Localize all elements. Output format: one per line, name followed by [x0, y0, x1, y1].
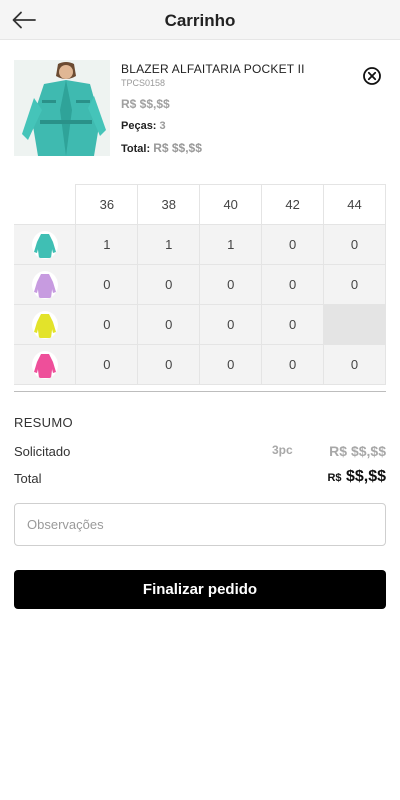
quantity-cell[interactable]: 0: [261, 224, 325, 265]
total-label: Total: [14, 471, 42, 486]
quantity-cell[interactable]: 0: [261, 304, 325, 345]
quantity-cell[interactable]: 0: [261, 264, 325, 305]
total-currency: R$: [327, 472, 342, 484]
quantity-cell[interactable]: 0: [261, 344, 325, 385]
observations-input[interactable]: [14, 503, 386, 546]
quantity-cell[interactable]: 1: [137, 224, 201, 265]
color-row: 0 0 0 0 0: [14, 344, 386, 385]
product-name: BLAZER ALFAITARIA POCKET II: [121, 62, 305, 76]
quantity-cell-unavailable: [323, 304, 386, 345]
quantity-cell[interactable]: 0: [323, 344, 386, 385]
item-total-line: Total: R$ $$,$$: [121, 141, 351, 155]
size-header: 36: [75, 184, 139, 225]
size-header: 42: [261, 184, 325, 225]
cart-item: BLAZER ALFAITARIA POCKET II TPCS0158 R$ …: [14, 60, 386, 160]
size-header: 38: [137, 184, 201, 225]
product-sku: TPCS0158: [121, 78, 166, 88]
quantity-cell[interactable]: 0: [199, 344, 263, 385]
color-swatch: [31, 310, 58, 339]
remove-item-button[interactable]: [362, 66, 382, 86]
quantity-cell[interactable]: 0: [75, 344, 139, 385]
color-thumb-cell: [14, 224, 77, 265]
quantity-cell[interactable]: 1: [199, 224, 263, 265]
quantity-cell[interactable]: 0: [323, 224, 386, 265]
requested-label: Solicitado: [14, 444, 71, 459]
quantity-cell[interactable]: 0: [199, 264, 263, 305]
item-total-label: Total:: [121, 143, 151, 155]
quantity-cell[interactable]: 0: [137, 304, 201, 345]
product-info: BLAZER ALFAITARIA POCKET II TPCS0158 R$ …: [121, 62, 351, 155]
page-title: Carrinho: [164, 11, 236, 30]
color-swatch: [31, 350, 58, 379]
pieces-line: Peças: 3: [121, 120, 351, 132]
quantity-cell[interactable]: 0: [323, 264, 386, 305]
section-divider: [14, 391, 386, 392]
requested-price: R$ $$,$$: [329, 443, 386, 459]
color-row: 0 0 0 0: [14, 304, 386, 345]
summary-title: RESUMO: [14, 415, 73, 430]
requested-qty: 3pc: [272, 443, 293, 457]
color-thumb-cell: [14, 304, 77, 345]
finalize-order-button[interactable]: Finalizar pedido: [14, 570, 386, 609]
color-thumb-cell: [14, 264, 77, 305]
pieces-label: Peças:: [121, 120, 157, 132]
quantity-cell[interactable]: 0: [199, 304, 263, 345]
color-row: 1 1 1 0 0: [14, 224, 386, 265]
total-price: R$ $$,$$: [327, 468, 386, 486]
product-image[interactable]: [14, 60, 110, 156]
size-header-row: 36 38 40 42 44: [14, 184, 386, 225]
quantity-cell[interactable]: 1: [75, 224, 139, 265]
total-amount: $$,$$: [345, 468, 386, 485]
top-bar: Carrinho: [0, 0, 400, 40]
size-color-grid: 36 38 40 42 44 1 1 1 0 0 0 0 0 0 0 0 0 0…: [14, 184, 386, 385]
size-header: 44: [323, 184, 386, 225]
quantity-cell[interactable]: 0: [137, 264, 201, 305]
quantity-cell[interactable]: 0: [75, 264, 139, 305]
size-header: 40: [199, 184, 263, 225]
grid-corner: [14, 184, 77, 225]
color-swatch: [31, 270, 58, 299]
quantity-cell[interactable]: 0: [137, 344, 201, 385]
product-price: R$ $$,$$: [121, 97, 170, 111]
pieces-value: 3: [159, 120, 166, 132]
color-swatch: [31, 230, 58, 259]
close-circle-icon: [363, 67, 381, 85]
color-row: 0 0 0 0 0: [14, 264, 386, 305]
item-total-value: R$ $$,$$: [153, 141, 202, 155]
color-thumb-cell: [14, 344, 77, 385]
quantity-cell[interactable]: 0: [75, 304, 139, 345]
